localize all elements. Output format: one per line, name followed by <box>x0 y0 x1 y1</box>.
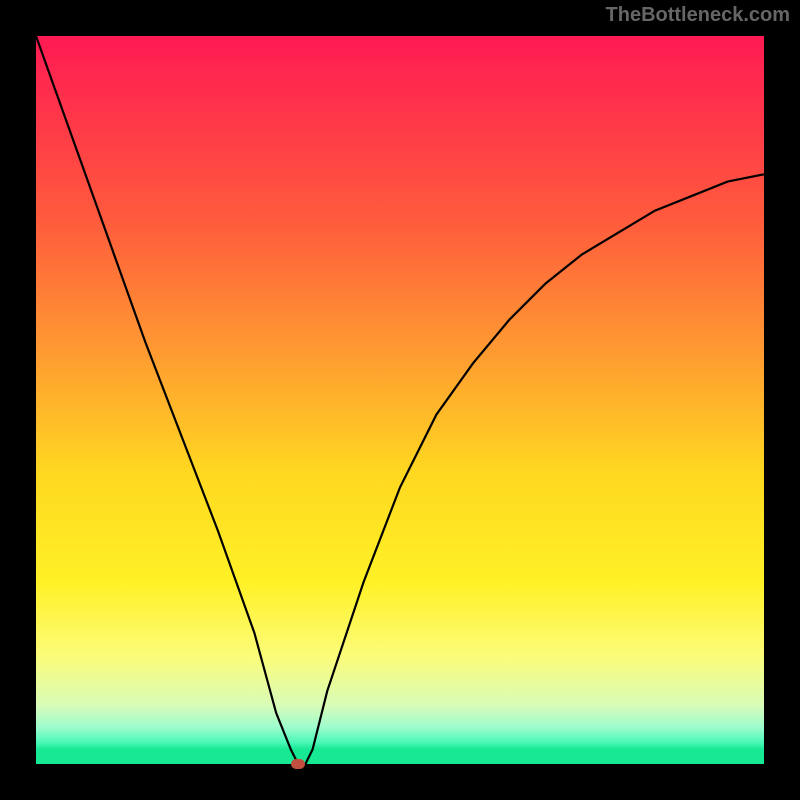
plot-area <box>36 36 764 764</box>
bottleneck-curve <box>36 36 764 764</box>
watermark-text: TheBottleneck.com <box>606 4 790 27</box>
min-marker <box>291 759 305 769</box>
